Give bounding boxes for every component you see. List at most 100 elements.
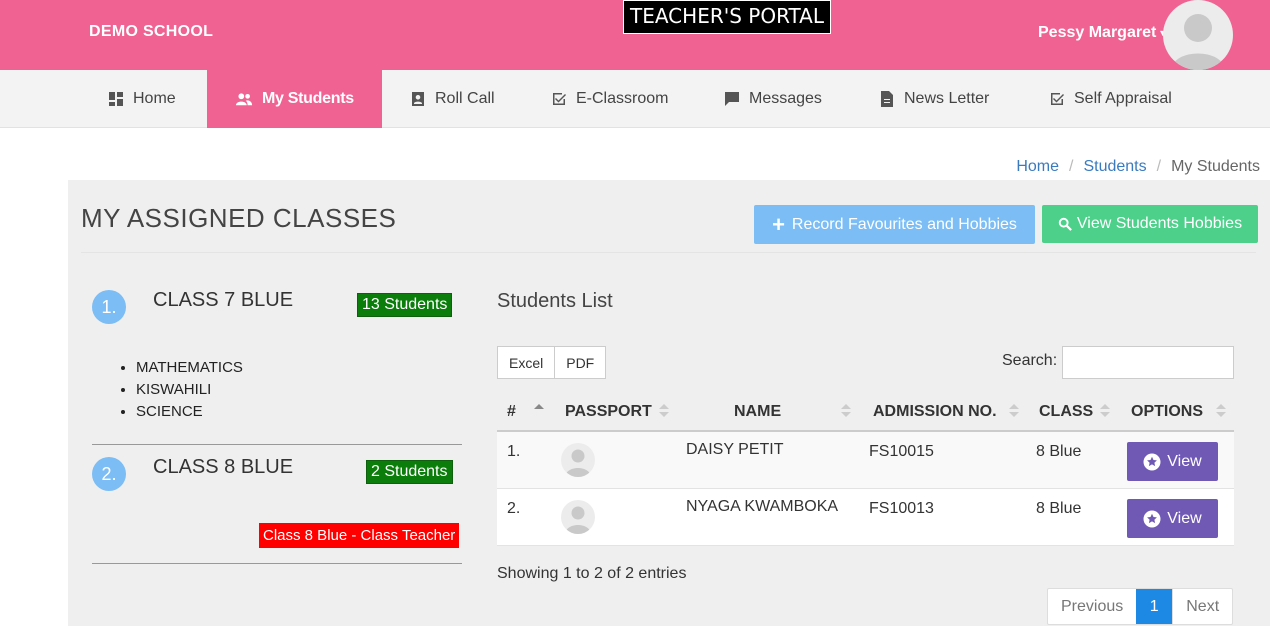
- column-header-number[interactable]: #: [507, 403, 516, 421]
- user-menu-toggle[interactable]: Pessy Margaret▼: [1038, 24, 1167, 42]
- breadcrumb-separator: /: [1069, 158, 1074, 175]
- class-number: 1.: [92, 290, 126, 324]
- subject-item: SCIENCE: [136, 401, 243, 423]
- view-hobbies-button[interactable]: View Students Hobbies: [1042, 205, 1258, 243]
- class-name: CLASS 8 BLUE: [153, 456, 294, 478]
- student-name: NYAGA KWAMBOKA: [686, 498, 839, 515]
- portal-title: TEACHER'S PORTAL: [623, 0, 832, 34]
- nav-item-roll-call[interactable]: Roll Call: [410, 70, 495, 128]
- row-number: 2.: [507, 500, 521, 517]
- column-header-name[interactable]: NAME: [734, 403, 781, 421]
- top-header: DEMO SCHOOL TEACHER'S PORTAL Pessy Marga…: [0, 0, 1270, 70]
- next-page-button[interactable]: Next: [1172, 589, 1232, 624]
- column-header-admission[interactable]: ADMISSION NO.: [873, 403, 997, 421]
- school-name[interactable]: DEMO SCHOOL: [89, 23, 213, 41]
- row-number: 1.: [507, 443, 521, 460]
- nav-item-label: Messages: [749, 90, 822, 107]
- table-row: 2. NYAGA KWAMBOKA FS10013 8 Blue View: [497, 489, 1234, 546]
- assigned-classes: 1. CLASS 7 BLUE 13 Students MATHEMATICS …: [81, 275, 466, 615]
- view-hobbies-label: View Students Hobbies: [1076, 215, 1243, 232]
- breadcrumb-home[interactable]: Home: [1016, 158, 1059, 175]
- view-label: View: [1167, 509, 1202, 527]
- nav-item-label: News Letter: [904, 90, 990, 107]
- previous-page-button[interactable]: Previous: [1048, 589, 1136, 624]
- main-panel: MY ASSIGNED CLASSES + Record Favourites a…: [68, 180, 1270, 626]
- view-label: View: [1167, 452, 1202, 470]
- avatar[interactable]: [1163, 0, 1233, 70]
- search-input[interactable]: [1062, 346, 1234, 379]
- student-class: 8 Blue: [1036, 443, 1082, 460]
- sort-asc-icon: [534, 403, 544, 419]
- divider: [92, 444, 462, 445]
- nav-item-my-students[interactable]: My Students: [207, 70, 382, 128]
- main-nav: Home My Students Roll Call E-Classroom M…: [0, 70, 1270, 128]
- student-class: 8 Blue: [1036, 500, 1082, 517]
- divider: [81, 252, 1256, 253]
- nav-item-e-classroom[interactable]: E-Classroom: [551, 70, 668, 128]
- star-circle-icon: [1143, 453, 1161, 470]
- column-header-options[interactable]: OPTIONS: [1131, 403, 1203, 421]
- divider: [92, 563, 462, 564]
- nav-item-label: Home: [133, 90, 176, 107]
- check-square-icon: [551, 91, 567, 107]
- breadcrumb-separator: /: [1156, 158, 1162, 175]
- table-header: # PASSPORT NAME ADMISSION NO. CLASS OPTI…: [497, 395, 1234, 432]
- admission-number: FS10013: [869, 500, 934, 517]
- document-icon: [879, 91, 895, 107]
- sort-icon: [841, 403, 851, 419]
- record-favourites-button[interactable]: + Record Favourites and Hobbies: [754, 205, 1035, 244]
- record-favourites-label: Record Favourites and Hobbies: [791, 215, 1017, 233]
- sort-icon: [1100, 403, 1110, 419]
- subject-item: MATHEMATICS: [136, 357, 243, 379]
- contact-card-icon: [410, 91, 426, 107]
- nav-item-label: My Students: [262, 90, 354, 107]
- students-count-badge: 13 Students: [357, 293, 453, 317]
- dashboard-icon: [108, 91, 124, 107]
- column-header-class[interactable]: CLASS: [1039, 403, 1093, 421]
- nav-item-self-appraisal[interactable]: Self Appraisal: [1049, 70, 1172, 128]
- export-buttons: Excel PDF: [497, 346, 607, 379]
- class-teacher-badge: Class 8 Blue - Class Teacher: [259, 523, 460, 548]
- breadcrumb-current: My Students: [1171, 158, 1260, 175]
- nav-item-label: Self Appraisal: [1074, 90, 1172, 107]
- students-count-badge: 2 Students: [366, 460, 453, 484]
- subject-list: MATHEMATICS KISWAHILI SCIENCE: [136, 357, 243, 423]
- nav-item-label: Roll Call: [435, 90, 495, 107]
- view-student-button[interactable]: View: [1127, 499, 1218, 538]
- search-icon: [1058, 217, 1072, 231]
- passport-photo: [561, 500, 595, 534]
- student-name: DAISY PETIT: [686, 441, 784, 458]
- sort-icon: [659, 403, 669, 419]
- star-circle-icon: [1143, 510, 1161, 527]
- users-icon: [235, 91, 253, 107]
- column-header-passport[interactable]: PASSPORT: [565, 403, 652, 421]
- students-list-box: Students List Excel PDF Search: # PASSPO…: [484, 275, 1244, 625]
- table-row: 1. DAISY PETIT FS10015 8 Blue View: [497, 432, 1234, 489]
- search-label: Search:: [1002, 352, 1058, 369]
- pagination: Previous 1 Next: [1047, 588, 1234, 625]
- page-title: MY ASSIGNED CLASSES: [81, 203, 397, 233]
- sort-icon: [1009, 403, 1019, 419]
- breadcrumb-students[interactable]: Students: [1083, 158, 1146, 175]
- class-number: 2.: [92, 457, 126, 491]
- excel-export-button[interactable]: Excel: [497, 346, 556, 379]
- class-name: CLASS 7 BLUE: [153, 289, 294, 311]
- admission-number: FS10015: [869, 443, 934, 460]
- view-student-button[interactable]: View: [1127, 442, 1218, 481]
- check-square-icon: [1049, 91, 1065, 107]
- nav-item-messages[interactable]: Messages: [724, 70, 822, 128]
- nav-item-news-letter[interactable]: News Letter: [879, 70, 989, 128]
- subject-item: KISWAHILI: [136, 379, 243, 401]
- pdf-export-button[interactable]: PDF: [555, 346, 607, 379]
- plus-icon: +: [772, 211, 785, 237]
- user-name: Pessy Margaret: [1038, 24, 1157, 41]
- students-table: # PASSPORT NAME ADMISSION NO. CLASS OPTI…: [497, 395, 1234, 546]
- page-1-button[interactable]: 1: [1136, 589, 1173, 624]
- sort-icon: [1216, 403, 1226, 419]
- chat-bubble-icon: [724, 91, 740, 107]
- students-list-title: Students List: [497, 290, 613, 312]
- passport-photo: [561, 443, 595, 477]
- table-info: Showing 1 to 2 of 2 entries: [497, 565, 687, 582]
- nav-item-home[interactable]: Home: [108, 70, 176, 128]
- nav-item-label: E-Classroom: [576, 90, 669, 107]
